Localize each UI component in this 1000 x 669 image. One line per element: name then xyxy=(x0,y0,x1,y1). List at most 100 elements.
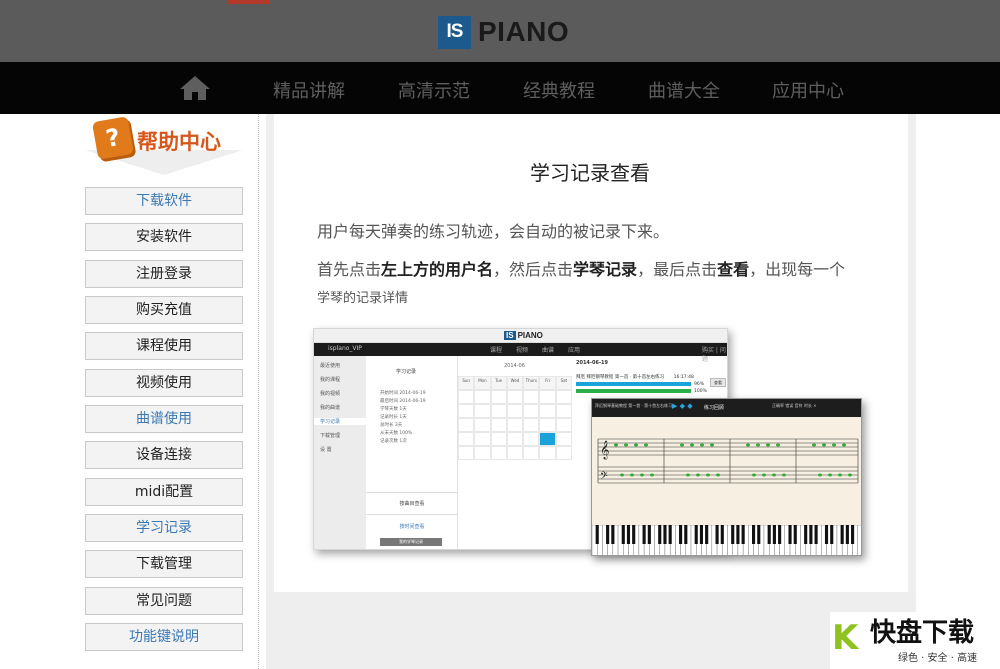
day-cell xyxy=(555,390,572,404)
weekday: Mon xyxy=(474,376,491,390)
sidebar-item-learning-record[interactable]: 学习记录 xyxy=(85,514,243,542)
black-key xyxy=(668,525,672,544)
sidebar-item-course-usage[interactable]: 课程使用 xyxy=(85,332,243,360)
sidebar-item-video-usage[interactable]: 视频使用 xyxy=(85,369,243,397)
black-key xyxy=(684,525,688,544)
instruction-paragraph-cont: 学琴的记录详情 xyxy=(317,291,409,306)
sidebar-item-purchase[interactable]: 购买充值 xyxy=(85,296,243,324)
app-summary-row: 学琴天数 1天 xyxy=(380,407,407,412)
sidebar-item-midi-config[interactable]: midi配置 xyxy=(85,478,243,506)
sidebar-item-score-usage[interactable]: 曲谱使用 xyxy=(85,405,243,433)
day-cell xyxy=(458,404,475,418)
instruction-text-1: 首先点击 xyxy=(317,260,382,279)
home-icon[interactable] xyxy=(179,75,211,101)
intro-paragraph: 用户每天弹奏的练习轨迹，会自动的被记录下来。 xyxy=(317,222,670,241)
watermark-mark: K xyxy=(832,618,859,658)
app-calendar-grid: Sun Mon Tue Wed Thurs Fri Sat xyxy=(458,376,572,460)
day-cell xyxy=(490,404,507,418)
svg-text:𝄞: 𝄞 xyxy=(600,440,609,460)
app-progress-bar-green xyxy=(576,389,691,393)
app-summary-column: 学习记录 开始时间 2014-06-19 最后时间 2014-06-19 学琴天… xyxy=(366,356,458,549)
nav-item-qupu[interactable]: 曲谱大全 xyxy=(648,77,720,103)
instruction-username: 左上方的用户名 xyxy=(381,260,494,279)
sidebar-item-register-login[interactable]: 注册登录 xyxy=(85,260,243,288)
app-summary-row: 开始时间 2014-06-19 xyxy=(380,391,426,396)
sidebar-item-download-software[interactable]: 下载软件 xyxy=(85,187,243,215)
black-key xyxy=(767,525,771,544)
score-song-name: 拜厄钢琴基础教程 第一首 · 第十首左右练习 xyxy=(595,403,673,408)
instruction-text-2: ，然后点击 xyxy=(493,260,574,279)
app-view-button: 查看 xyxy=(710,378,726,387)
app-nav-item: 曲谱 xyxy=(542,347,555,354)
main-nav: 精品讲解 高清示范 经典教程 曲谱大全 应用中心 xyxy=(0,62,1000,114)
app-by-time-button: 按时间查看 xyxy=(366,514,458,538)
app-by-song-button: 按曲目查看 xyxy=(366,492,458,514)
app-record-date: 2014-06-19 xyxy=(576,360,608,366)
nav-item-jingpin[interactable]: 精品讲解 xyxy=(273,77,345,103)
logo-mark: IS xyxy=(438,15,471,49)
app-side-item: 设 置 xyxy=(320,447,332,453)
help-center-title: 帮助中心 xyxy=(137,130,221,154)
logo-text: PIANO xyxy=(478,16,570,47)
sidebar-item-device-connect[interactable]: 设备连接 xyxy=(85,441,243,469)
app-side-item-active: 学习记录 xyxy=(314,418,366,425)
app-record-name: 拜厄 拜厄钢琴教程 第一首 · 第十首左右练习 xyxy=(576,375,665,380)
sidebar-item-hotkeys[interactable]: 功能键说明 xyxy=(85,623,243,651)
instruction-record: 学琴记录 xyxy=(573,260,638,279)
weekday: Tue xyxy=(490,376,507,390)
nav-item-yingyong[interactable]: 应用中心 xyxy=(772,77,844,103)
black-key xyxy=(772,525,776,544)
watermark-title: 快盘下载 xyxy=(870,618,975,648)
weekday: Thurs xyxy=(523,376,540,390)
black-key xyxy=(851,525,855,544)
black-key xyxy=(595,525,599,544)
black-key xyxy=(793,525,797,544)
day-cell xyxy=(458,418,475,432)
black-key xyxy=(658,525,662,544)
sidebar-divider xyxy=(258,114,259,669)
instruction-view: 查看 xyxy=(717,260,750,279)
app-nav: isplano_VIP 课程 视频 曲谱 应用 购买 | 问题 xyxy=(314,343,727,363)
black-key xyxy=(814,525,818,544)
app-logo-text: PIANO xyxy=(517,331,543,340)
sheet-music: 𝄞 𝄢 xyxy=(592,417,861,525)
black-key xyxy=(663,525,667,544)
day-cell xyxy=(523,432,540,446)
instruction-text-4: ，出现每一个 xyxy=(749,260,846,279)
day-cell xyxy=(490,418,507,432)
score-review-window: 拜厄钢琴基础教程 第一首 · 第十首左右练习 ▶ ◆ ◆ 练习回顾 正确率 错误… xyxy=(591,398,862,556)
black-key xyxy=(731,525,735,544)
black-key xyxy=(632,525,636,544)
white-key xyxy=(857,524,861,555)
site-logo[interactable]: IS PIANO xyxy=(438,15,569,49)
nav-item-jiaocheng[interactable]: 经典教程 xyxy=(523,77,595,103)
app-logo: IS PIANO xyxy=(504,331,543,340)
day-cell xyxy=(506,432,524,446)
sidebar-item-install-software[interactable]: 安装软件 xyxy=(85,223,243,251)
black-key xyxy=(715,525,719,544)
day-cell xyxy=(523,418,540,432)
black-key xyxy=(830,525,834,544)
black-key xyxy=(845,525,849,544)
black-key xyxy=(694,525,698,544)
black-key xyxy=(699,525,704,544)
app-side-item: 下载管理 xyxy=(320,433,341,439)
score-header: 拜厄钢琴基础教程 第一首 · 第十首左右练习 ▶ ◆ ◆ 练习回顾 正确率 错误… xyxy=(592,399,861,417)
app-logo-mark: IS xyxy=(504,331,516,340)
nav-item-shifan[interactable]: 高清示范 xyxy=(398,77,470,103)
sidebar-item-download-manager[interactable]: 下载管理 xyxy=(85,550,243,578)
day-cell xyxy=(474,432,491,446)
black-key xyxy=(621,525,625,544)
black-key xyxy=(741,525,745,544)
app-summary-row: 最后时间 2014-06-19 xyxy=(380,399,426,404)
weekday: Wed xyxy=(506,376,524,390)
svg-text:𝄢: 𝄢 xyxy=(600,470,608,484)
black-key xyxy=(788,525,792,544)
day-cell xyxy=(539,418,556,432)
app-summary-row: 从未天数 100% xyxy=(380,431,413,436)
app-nav-item: 课程 xyxy=(490,347,503,354)
header-bar: IS PIANO xyxy=(0,0,1000,62)
score-title: 练习回顾 xyxy=(704,405,725,411)
sidebar-item-faq[interactable]: 常见问题 xyxy=(85,587,243,615)
day-cell xyxy=(523,446,540,460)
